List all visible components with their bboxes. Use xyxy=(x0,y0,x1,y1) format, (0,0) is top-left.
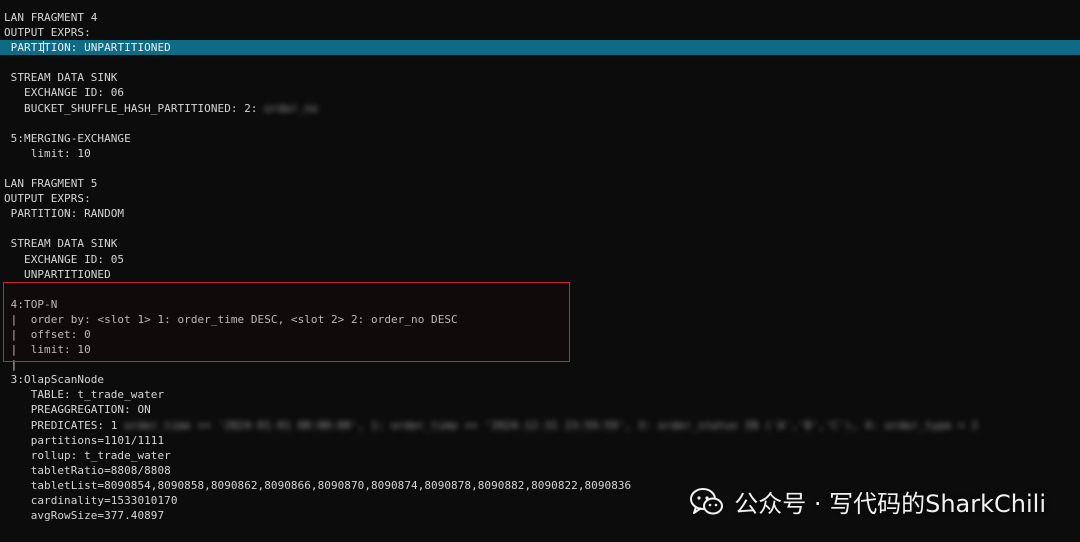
terminal-line-text: OUTPUT EXPRS: xyxy=(4,26,91,40)
terminal-line-text: PARTITION: RANDOM xyxy=(4,207,125,221)
terminal-line: TABLE: t_trade_water xyxy=(0,387,1080,402)
terminal-line-text: TION: UNPARTITIONED xyxy=(44,41,171,55)
terminal-line-text: tabletList=8090854,8090858,8090862,80908… xyxy=(4,478,632,492)
terminal-line-text: tabletRatio=8808/8808 xyxy=(4,463,171,477)
terminal-line: | xyxy=(0,357,1080,372)
terminal-line: EXCHANGE ID: 05 xyxy=(0,252,1080,267)
terminal-line: LAN FRAGMENT 5 xyxy=(0,176,1080,191)
wechat-icon xyxy=(690,487,724,514)
terminal-line: STREAM DATA SINK xyxy=(0,236,1080,251)
terminal-line-text: 5:MERGING-EXCHANGE xyxy=(4,131,131,145)
terminal-line-text: | limit: 10 xyxy=(4,343,91,357)
terminal-line: 5:MERGING-EXCHANGE xyxy=(0,131,1080,146)
terminal-line-text: | order by: <slot 1> 1: order_time DESC,… xyxy=(4,312,458,326)
terminal-line: tabletRatio=8808/8808 xyxy=(0,463,1080,478)
watermark: 公众号 · 写代码的SharkChili xyxy=(690,484,1046,519)
terminal-line-text: TABLE: t_trade_water xyxy=(4,388,165,402)
terminal-line: PREAGGREGATION: ON xyxy=(0,402,1080,417)
terminal-output[interactable]: LAN FRAGMENT 4 OUTPUT EXPRS: PARTITION: U… xyxy=(0,10,1080,542)
terminal-line: 4:TOP-N xyxy=(0,297,1080,312)
terminal-line-text: EXCHANGE ID: 06 xyxy=(4,86,125,100)
terminal-line: STREAM DATA SINK xyxy=(0,70,1080,85)
terminal-line-text: | offset: 0 xyxy=(4,327,91,341)
terminal-line: PREDICATES: 1 order_time >= '2024-01-01 … xyxy=(0,418,1080,433)
terminal-line: OUTPUT EXPRS: xyxy=(0,25,1080,40)
terminal-line: EXCHANGE ID: 06 xyxy=(0,85,1080,100)
terminal-line: | order by: <slot 1> 1: order_time DESC,… xyxy=(0,312,1080,327)
terminal-line-text: PARTI xyxy=(4,41,45,55)
terminal-line: LAN FRAGMENT 4 xyxy=(0,10,1080,25)
terminal-line-text: rollup: t_trade_water xyxy=(4,448,171,462)
terminal-line-text: PREDICATES: 1 xyxy=(4,418,118,432)
terminal-line: PARTITION: UNPARTITIONED xyxy=(0,40,1080,56)
terminal-line-text: LAN FRAGMENT 5 xyxy=(4,177,98,191)
terminal-line-text: 3:OlapScanNode xyxy=(4,373,105,387)
terminal-line-text: STREAM DATA SINK xyxy=(4,71,118,85)
redacted-text: order_time >= '2024-01-01 00:00:00', 1: … xyxy=(117,418,979,432)
terminal-line-text: 4:TOP-N xyxy=(4,297,58,311)
redacted-text: order_no xyxy=(264,101,318,115)
terminal-line: limit: 10 xyxy=(0,146,1080,161)
terminal-line-text: BUCKET_SHUFFLE_HASH_PARTITIONED: 2: xyxy=(4,101,265,115)
terminal-line: 3:OlapScanNode xyxy=(0,372,1080,387)
terminal-line-text: LAN FRAGMENT 4 xyxy=(4,11,98,24)
terminal-line: | offset: 0 xyxy=(0,327,1080,342)
terminal-line: PARTITION: RANDOM xyxy=(0,206,1080,221)
terminal-line: rollup: t_trade_water xyxy=(0,448,1080,463)
terminal-line-text: avgRowSize=377.40897 xyxy=(4,509,165,523)
terminal-line-text: UNPARTITIONED xyxy=(4,267,111,281)
terminal-line-text: | xyxy=(4,358,18,372)
terminal-line-text: partitions=1101/1111 xyxy=(4,433,165,447)
terminal-line-text: STREAM DATA SINK xyxy=(4,237,118,251)
terminal-line: BUCKET_SHUFFLE_HASH_PARTITIONED: 2: orde… xyxy=(0,101,1080,116)
terminal-line: OUTPUT EXPRS: xyxy=(0,191,1080,206)
terminal-line-text: OUTPUT EXPRS: xyxy=(4,192,91,206)
terminal-line-text: limit: 10 xyxy=(4,146,91,160)
terminal-line: UNPARTITIONED xyxy=(0,267,1080,282)
terminal-line-text: cardinality=1533010170 xyxy=(4,494,178,507)
terminal-line-text: PREAGGREGATION: ON xyxy=(4,403,151,417)
watermark-text: 公众号 · 写代码的SharkChili xyxy=(734,490,1046,518)
terminal-line-text: EXCHANGE ID: 05 xyxy=(4,252,125,266)
terminal-line: | limit: 10 xyxy=(0,342,1080,357)
terminal-line: partitions=1101/1111 xyxy=(0,433,1080,448)
